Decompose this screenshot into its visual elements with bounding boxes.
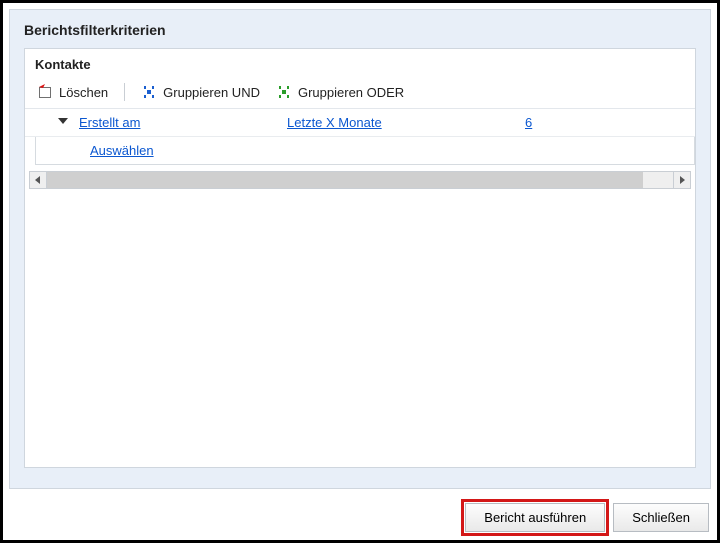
group-or-label: Gruppieren ODER [298, 85, 404, 100]
criteria-toolbar: Löschen Gruppieren UND [25, 78, 695, 109]
scroll-right-button[interactable] [673, 171, 691, 189]
horizontal-scrollbar[interactable] [29, 171, 691, 189]
app-frame: Berichtsfilterkriterien Kontakte Löschen [0, 0, 720, 543]
group-and-label: Gruppieren UND [163, 85, 260, 100]
criteria-operator-link[interactable]: Letzte X Monate [287, 115, 517, 130]
run-report-button[interactable]: Bericht ausführen [465, 503, 605, 532]
criteria-row-add[interactable]: Auswählen [35, 137, 695, 165]
filter-panel: Berichtsfilterkriterien Kontakte Löschen [9, 9, 711, 489]
group-and-icon [141, 84, 157, 100]
close-button[interactable]: Schließen [613, 503, 709, 532]
chevron-down-icon[interactable] [55, 115, 71, 130]
delete-label: Löschen [59, 85, 108, 100]
delete-button[interactable]: Löschen [33, 82, 112, 102]
panel-title: Berichtsfilterkriterien [10, 22, 710, 48]
section-title-kontakte: Kontakte [25, 49, 695, 78]
group-or-button[interactable]: Gruppieren ODER [272, 82, 408, 102]
criteria-row-1[interactable]: Erstellt am Letzte X Monate 6 [25, 109, 695, 137]
scroll-track-gap [643, 171, 673, 189]
criteria-list: Erstellt am Letzte X Monate 6 Auswählen [25, 109, 695, 165]
group-or-icon [276, 84, 292, 100]
criteria-field-link[interactable]: Erstellt am [79, 115, 279, 130]
dialog-footer: Bericht ausführen Schließen [465, 503, 709, 532]
scroll-left-button[interactable] [29, 171, 47, 189]
delete-icon [37, 84, 53, 100]
criteria-select-link[interactable]: Auswählen [90, 143, 154, 158]
scroll-track[interactable] [47, 171, 643, 189]
toolbar-divider [124, 83, 125, 101]
criteria-value-link[interactable]: 6 [525, 115, 605, 130]
group-and-button[interactable]: Gruppieren UND [137, 82, 264, 102]
filter-inner: Kontakte Löschen [24, 48, 696, 468]
